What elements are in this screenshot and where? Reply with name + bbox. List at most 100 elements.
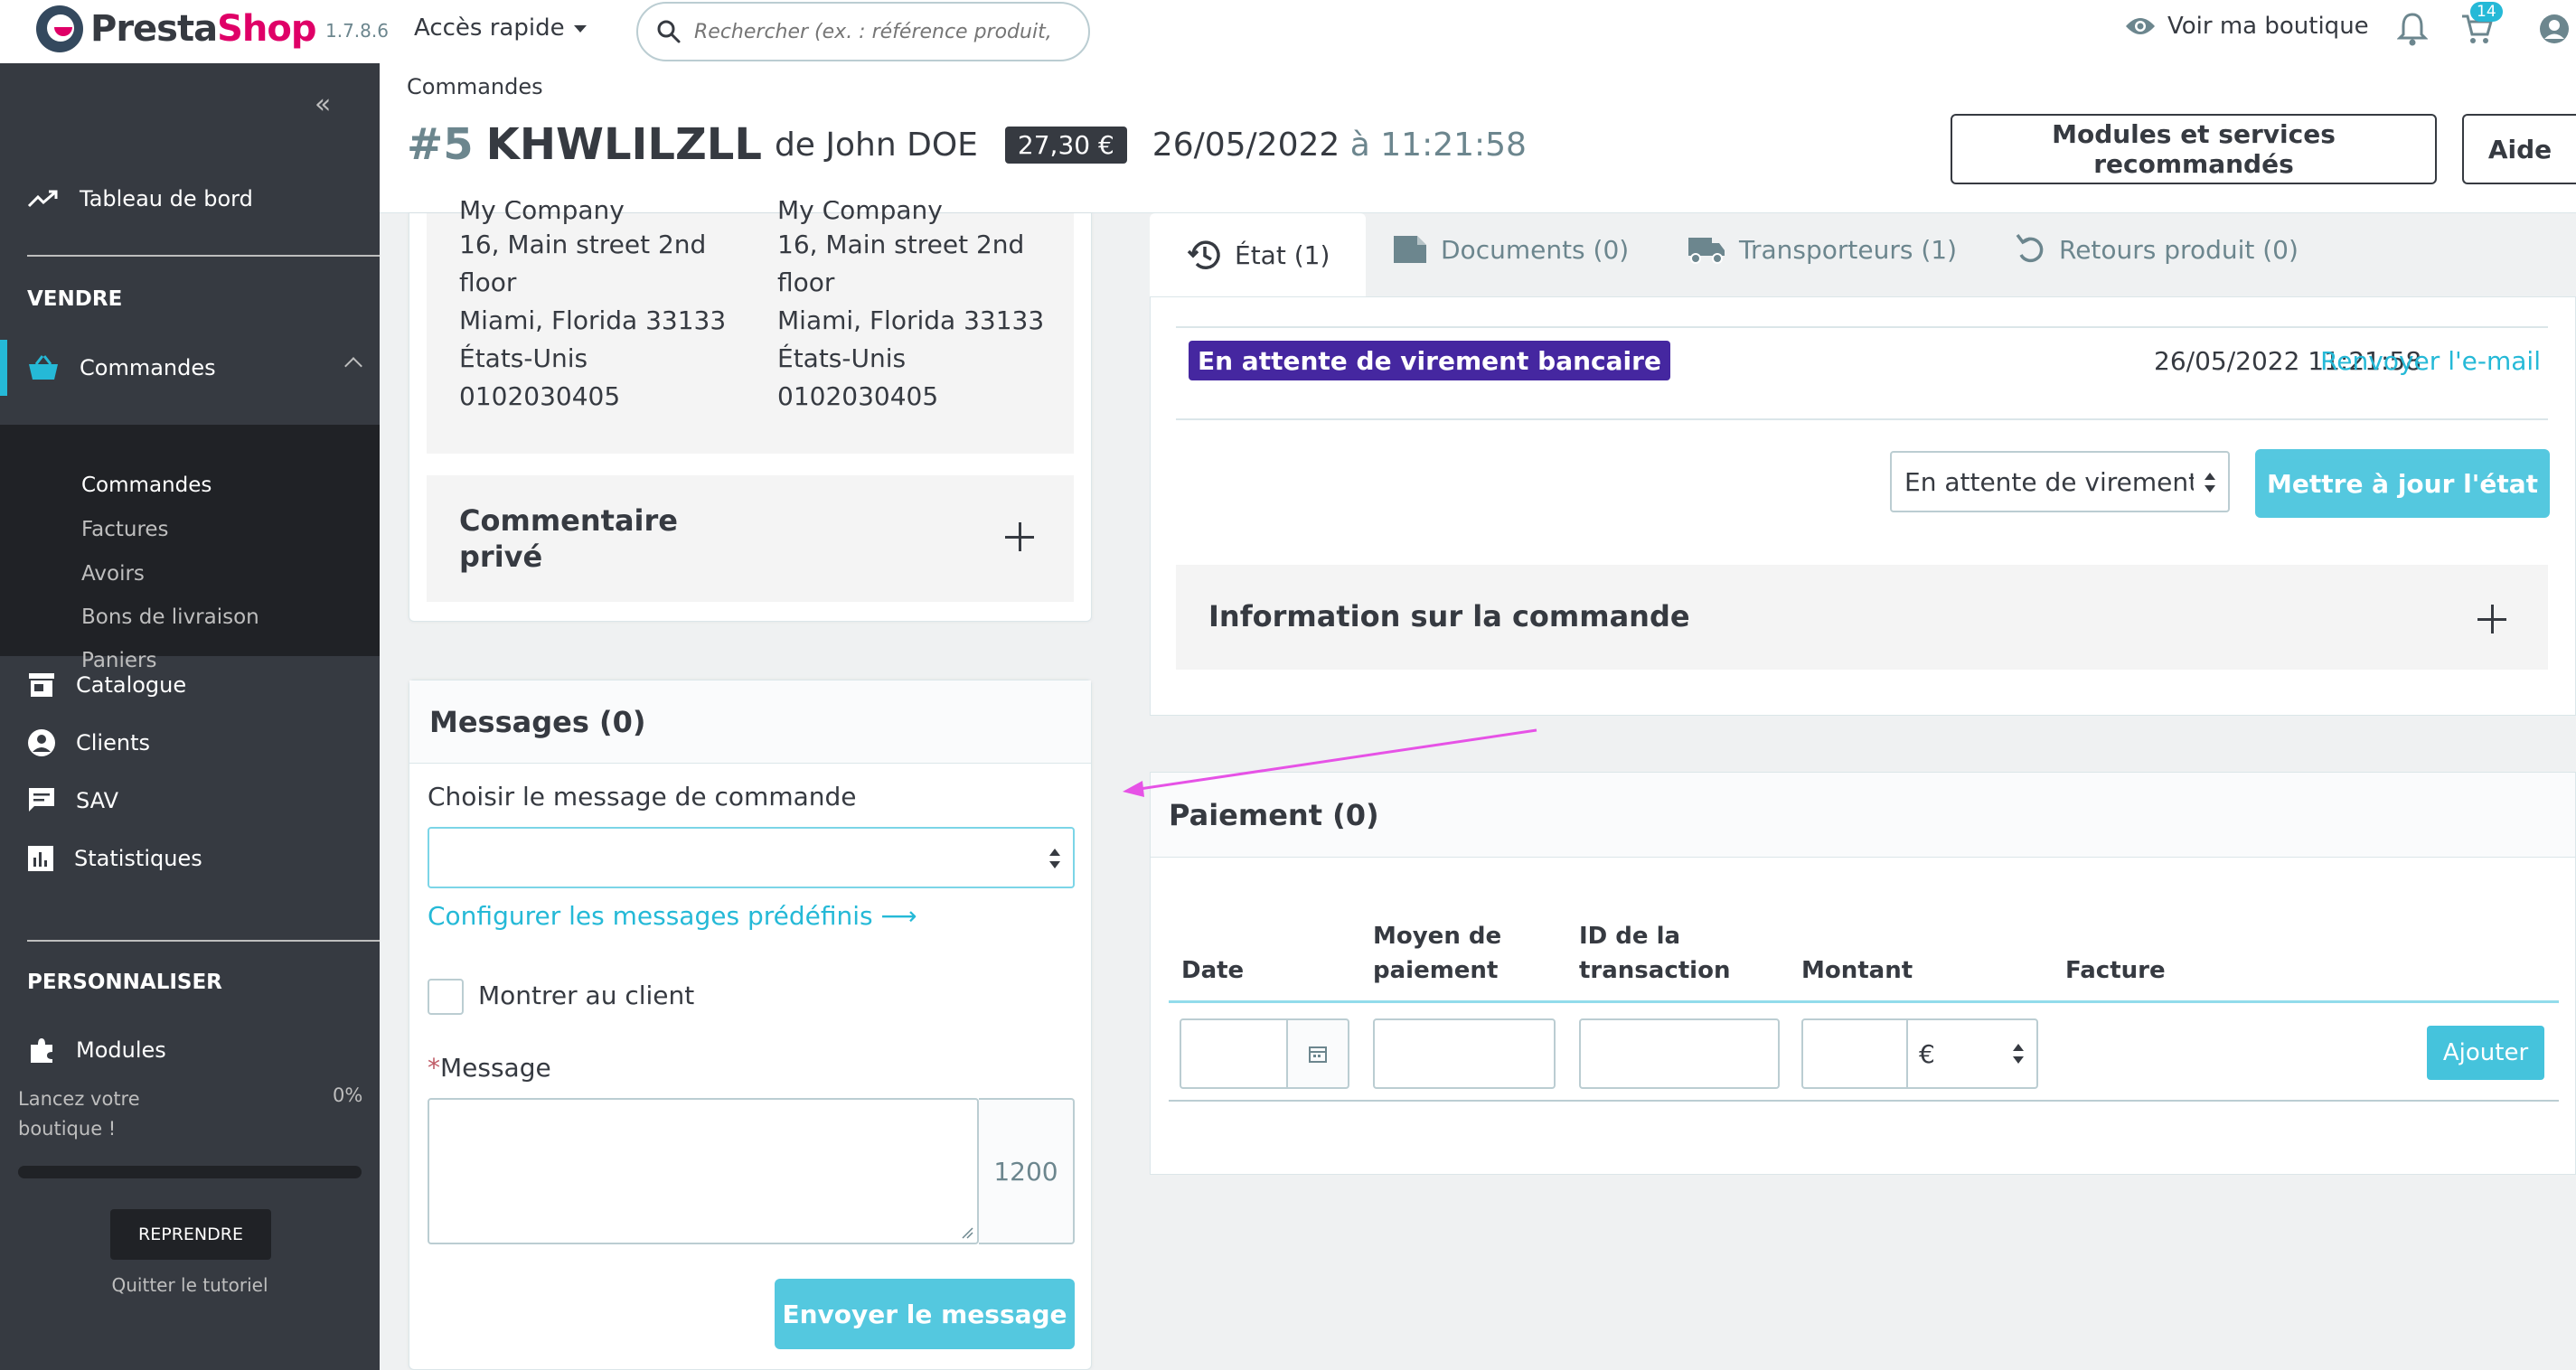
order-customer: de John DOE	[774, 126, 978, 164]
sidebar-item-orders[interactable]: Commandes	[0, 340, 380, 396]
resize-handle-icon[interactable]	[961, 1226, 973, 1239]
tab-status[interactable]: État (1)	[1150, 213, 1367, 296]
message-label: *Message	[428, 1053, 551, 1083]
order-info-box[interactable]: Information sur la commande	[1176, 565, 2548, 670]
caret-down-icon	[573, 24, 587, 33]
version-label: 1.7.8.6	[325, 20, 389, 42]
submenu-invoices[interactable]: Factures	[81, 518, 169, 541]
table-row-line	[1169, 1100, 2559, 1102]
bell-icon[interactable]	[2397, 11, 2428, 47]
sidebar-section-customize: PERSONNALISER	[27, 971, 222, 994]
order-date: 26/05/2022 à 11:21:58	[1152, 126, 1527, 164]
status-history-row: En attente de virement bancaire 26/05/20…	[1176, 326, 2548, 420]
calendar-icon	[1309, 1046, 1327, 1063]
send-message-button[interactable]: Envoyer le message	[775, 1279, 1075, 1349]
choose-message-label: Choisir le message de commande	[428, 782, 857, 812]
tab-returns[interactable]: Retours produit (0)	[2014, 208, 2299, 291]
update-status-button[interactable]: Mettre à jour l'état	[2255, 449, 2550, 518]
table-header-line	[1169, 1000, 2559, 1003]
resend-email-link[interactable]: Renvoyer l'e-mail	[2320, 346, 2541, 376]
submenu-orders[interactable]: Commandes	[81, 474, 212, 497]
private-comment-title: Commentaire privé	[459, 503, 678, 574]
add-payment-button[interactable]: Ajouter	[2427, 1026, 2544, 1080]
col-date: Date	[1181, 957, 1245, 984]
order-info-title: Information sur la commande	[1208, 599, 1690, 633]
predefined-message-select[interactable]	[428, 827, 1075, 888]
plus-icon[interactable]	[1005, 522, 1034, 551]
resume-tutorial-button[interactable]: REPRENDRE	[110, 1209, 271, 1260]
user-icon[interactable]	[2538, 13, 2571, 45]
sidebar-item-support[interactable]: SAV	[0, 775, 380, 826]
col-transaction-id: ID de la transaction	[1579, 923, 1731, 984]
collapse-sidebar-icon[interactable]: «	[315, 89, 331, 120]
messages-card: Messages (0) Choisir le message de comma…	[409, 680, 1092, 1370]
undo-icon	[2016, 233, 2044, 263]
col-invoice: Facture	[2065, 957, 2166, 984]
view-shop-link[interactable]: Voir ma boutique	[2124, 13, 2369, 40]
sidebar-divider	[27, 255, 380, 257]
sidebar-item-customers[interactable]: Clients	[0, 718, 380, 768]
breadcrumb[interactable]: Commandes	[407, 74, 543, 99]
chevron-up-icon	[344, 357, 362, 375]
basket-icon	[29, 355, 58, 380]
quit-tutorial-link[interactable]: Quitter le tutoriel	[0, 1274, 380, 1296]
annotation-arrow	[1123, 728, 1537, 797]
chat-icon	[29, 788, 54, 812]
prestashop-logo[interactable]: PrestaShop	[36, 5, 317, 52]
search-icon	[657, 20, 681, 43]
order-number: #5	[407, 119, 474, 170]
shipping-address: My Company 16, Main street 2nd floor Mia…	[459, 201, 727, 411]
amount-input[interactable]	[1801, 1018, 1908, 1089]
order-reference: KHWLILZLL	[485, 119, 762, 170]
prestashop-logo-icon	[36, 5, 83, 52]
select-arrows-icon	[2205, 473, 2215, 493]
search-box[interactable]	[636, 2, 1090, 61]
col-amount: Montant	[1801, 957, 1913, 984]
top-bar: PrestaShop 1.7.8.6 Accès rapide Voir ma …	[0, 0, 2576, 63]
document-icon	[1394, 236, 1426, 263]
plus-icon[interactable]	[2477, 605, 2506, 633]
recommended-modules-button[interactable]: Modules et services recommandés	[1951, 114, 2437, 184]
sidebar-divider	[27, 940, 380, 942]
eye-icon	[2126, 18, 2155, 34]
order-total-badge: 27,30 €	[1004, 126, 1127, 164]
transaction-id-input[interactable]	[1579, 1018, 1780, 1089]
character-counter: 1200	[979, 1098, 1075, 1244]
onboarding-text: Lancez votre boutique !	[18, 1088, 140, 1140]
submenu-delivery-slips[interactable]: Bons de livraison	[81, 605, 259, 629]
sidebar: « Tableau de bord VENDRE Commandes Comma…	[0, 63, 380, 1370]
order-tabs: État (1) Documents (0) Transporteurs (1)…	[1150, 213, 2576, 296]
logo-text: PrestaShop	[90, 8, 317, 50]
page-title: #5 KHWLILZLL de John DOE 27,30 € 26/05/2…	[407, 119, 1527, 170]
messages-title: Messages (0)	[409, 680, 1091, 764]
page-header: Commandes #5 KHWLILZLL de John DOE 27,30…	[380, 63, 2576, 213]
payment-method-input[interactable]	[1373, 1018, 1556, 1089]
order-status-select[interactable]: En attente de virement bancaire	[1890, 451, 2230, 512]
calendar-button[interactable]	[1286, 1018, 1349, 1089]
sidebar-item-stats[interactable]: Statistiques	[0, 833, 380, 884]
orders-submenu: Commandes Factures Avoirs Bons de livrai…	[0, 425, 380, 672]
puzzle-icon	[31, 1038, 52, 1063]
payment-date-input[interactable]	[1180, 1018, 1288, 1089]
sidebar-item-dashboard[interactable]: Tableau de bord	[0, 174, 380, 224]
tab-carriers[interactable]: Transporteurs (1)	[1687, 208, 1957, 291]
account-circle-icon	[28, 729, 55, 756]
help-button[interactable]: Aide	[2462, 114, 2576, 184]
invoice-address: My Company 16, Main street 2nd floor Mia…	[777, 201, 1045, 411]
onboarding-percent: 0%	[333, 1084, 363, 1106]
submenu-credit-slips[interactable]: Avoirs	[81, 562, 145, 586]
search-input[interactable]	[694, 20, 1056, 43]
sidebar-section-sell: VENDRE	[27, 287, 123, 311]
show-to-customer-checkbox[interactable]	[428, 979, 464, 1015]
status-badge: En attente de virement bancaire	[1189, 341, 1670, 380]
currency-select[interactable]: €	[1906, 1018, 2038, 1089]
bar-chart-icon	[28, 846, 53, 871]
store-icon	[29, 673, 54, 697]
sidebar-item-catalog[interactable]: Catalogue	[0, 660, 380, 710]
tab-documents[interactable]: Documents (0)	[1392, 208, 1629, 291]
cart-badge: 14	[2470, 2, 2503, 22]
message-textarea[interactable]	[428, 1098, 979, 1244]
configure-messages-link[interactable]: Configurer les messages prédéfinis ⟶	[428, 901, 917, 931]
quick-access-dropdown[interactable]: Accès rapide	[414, 14, 587, 42]
private-comment-box[interactable]: Commentaire privé	[427, 475, 1074, 602]
